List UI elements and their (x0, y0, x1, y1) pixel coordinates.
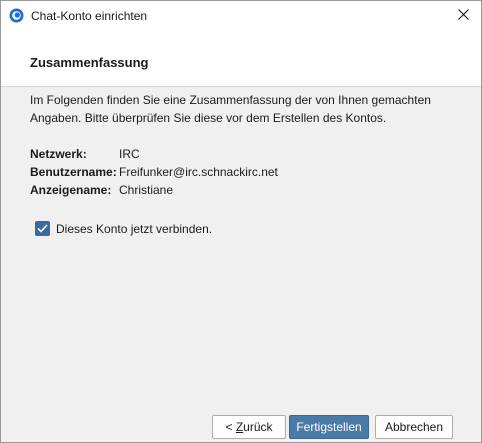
page-title: Zusammenfassung (30, 55, 149, 70)
network-label: Netzwerk: (30, 147, 87, 161)
summary-row-displayname: Anzeigename: Christiane (30, 181, 278, 199)
intro-text: Im Folgenden finden Sie eine Zusammenfas… (30, 93, 431, 125)
username-value: Freifunker@irc.schnackirc.net (119, 165, 278, 179)
displayname-label: Anzeigename: (30, 183, 112, 197)
close-icon (457, 7, 469, 25)
window-title: Chat-Konto einrichten (31, 9, 148, 23)
back-button-label: urück (243, 420, 273, 434)
checkmark-icon (37, 224, 48, 233)
connect-now-option[interactable]: Dieses Konto jetzt verbinden. (35, 221, 212, 236)
finish-button[interactable]: Fertigstellen (289, 415, 369, 439)
username-label: Benutzername: (30, 165, 117, 179)
network-value: IRC (119, 147, 140, 161)
summary-list: Netzwerk: IRC Benutzername: Freifunker@i… (30, 145, 278, 199)
summary-row-network: Netzwerk: IRC (30, 145, 278, 163)
connect-now-label: Dieses Konto jetzt verbinden. (56, 221, 213, 236)
cancel-button[interactable]: Abbrechen (375, 415, 453, 439)
back-button[interactable]: < Zurück (212, 415, 286, 439)
close-button[interactable] (445, 1, 481, 31)
displayname-value: Christiane (119, 183, 174, 197)
app-logo-icon (9, 8, 24, 23)
header-divider (1, 86, 481, 87)
dialog-window: Chat-Konto einrichten Zusammenfassung Im… (0, 0, 482, 443)
title-bar: Chat-Konto einrichten (1, 1, 481, 31)
connect-now-checkbox[interactable] (35, 221, 50, 236)
back-button-prefix: < (225, 420, 236, 434)
summary-row-username: Benutzername: Freifunker@irc.schnackirc.… (30, 163, 278, 181)
back-button-accelerator: Z (235, 420, 244, 434)
page-header: Zusammenfassung (1, 31, 481, 86)
